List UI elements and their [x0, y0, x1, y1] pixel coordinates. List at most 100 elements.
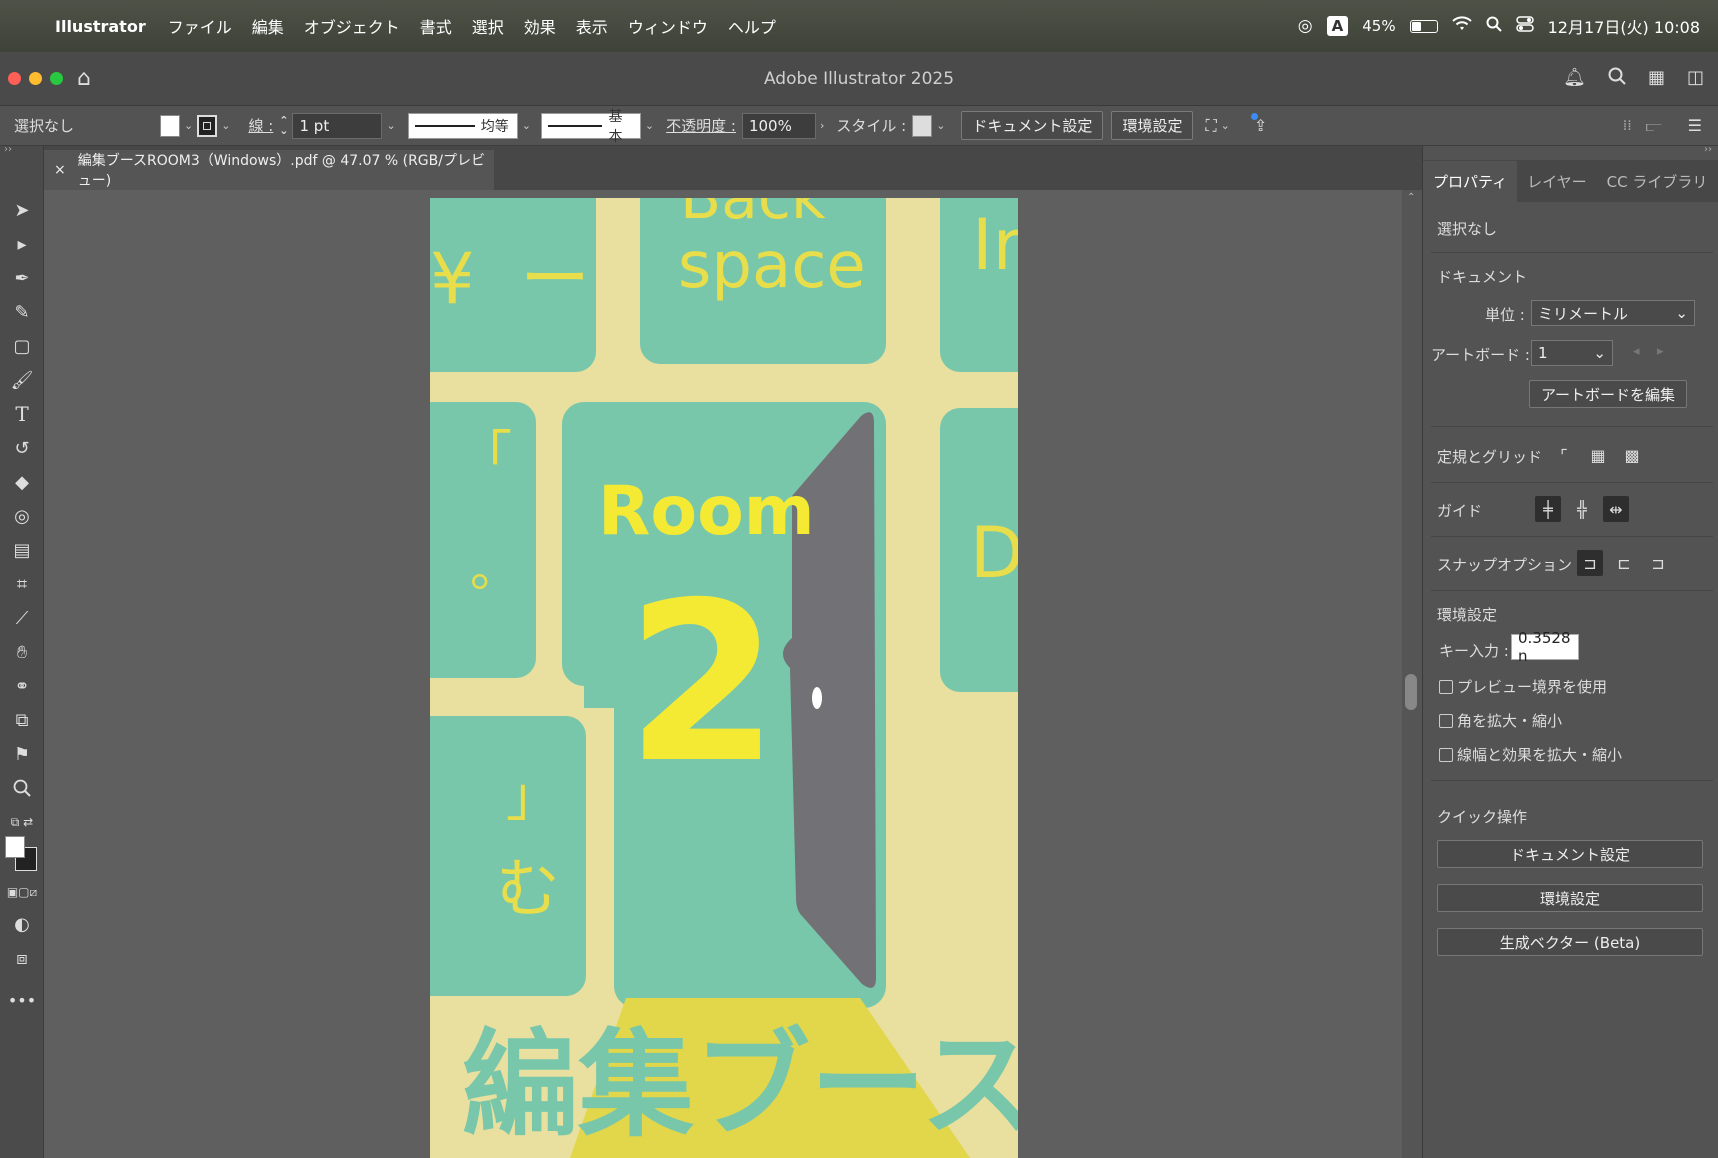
rulers-icon[interactable]: ⌜ [1551, 442, 1577, 468]
quick-action-document-setup-button[interactable]: ドキュメント設定 [1437, 840, 1703, 868]
blend-tool-icon[interactable]: ✋︎ [0, 638, 44, 666]
menu-object[interactable]: オブジェクト [294, 14, 410, 38]
selection-tool-icon[interactable]: ➤ [0, 196, 44, 224]
next-artboard-icon[interactable]: ▸ [1657, 344, 1664, 359]
pen-tool-icon[interactable]: ✒ [0, 264, 44, 292]
spotlight-search-icon[interactable] [1486, 16, 1502, 37]
search-icon[interactable] [1608, 67, 1626, 90]
menu-select[interactable]: 選択 [462, 14, 514, 38]
graphic-style-swatch[interactable] [912, 114, 933, 137]
stroke-weight-input[interactable]: 1 pt [292, 112, 383, 139]
type-tool-icon[interactable]: T [0, 400, 44, 428]
select-similar-icon[interactable]: ⛶ [1205, 116, 1216, 136]
grid-icon[interactable]: ▦ [1585, 442, 1611, 468]
menu-file[interactable]: ファイル [158, 14, 242, 38]
snap-to-glyph-icon[interactable]: ⊐ [1645, 550, 1671, 576]
snap-to-point-icon[interactable]: ⊐ [1577, 550, 1603, 576]
snap-to-pixel-icon[interactable]: ⊏ [1611, 550, 1637, 576]
stroke-weight-stepper-icon[interactable]: ⌃ ⌄ [279, 115, 288, 136]
battery-icon[interactable] [1409, 19, 1438, 33]
opacity-label[interactable]: 不透明度 : [666, 115, 736, 136]
canvas-vertical-scrollbar[interactable]: ⌃ [1402, 190, 1422, 1158]
profile-dropdown-icon[interactable]: ⌄ [522, 119, 531, 132]
opacity-input[interactable]: 100% [741, 112, 816, 139]
shape-builder-tool-icon[interactable]: ◎ [0, 502, 44, 530]
scale-strokes-checkbox[interactable]: 線幅と効果を拡大・縮小 [1439, 744, 1622, 765]
creative-cloud-icon[interactable]: ◎ [1298, 16, 1313, 36]
color-mode-icons[interactable]: ▣▢⧄ [0, 878, 44, 906]
menu-help[interactable]: ヘルプ [718, 14, 786, 38]
collapse-toolbar-icon[interactable]: ›› [4, 144, 12, 155]
control-center-icon[interactable] [1515, 15, 1534, 37]
document-setup-button[interactable]: ドキュメント設定 [961, 111, 1104, 140]
rotate-tool-icon[interactable]: ↺ [0, 434, 44, 462]
smart-guides-icon[interactable]: ⇹ [1603, 496, 1629, 522]
eraser-tool-icon[interactable]: ◆ [0, 468, 44, 496]
fill-dropdown-chevron-icon[interactable]: ⌄ [184, 119, 193, 132]
direct-selection-tool-icon[interactable]: ▸ [0, 230, 44, 258]
paintbrush-tool-icon[interactable]: 🖌︎ [0, 366, 44, 394]
guides-icon[interactable]: ╪ [1535, 496, 1561, 522]
default-fill-stroke-icon[interactable]: ⧉ ⇄ [0, 808, 44, 836]
rectangle-tool-icon[interactable]: ▢ [0, 332, 44, 360]
symbol-sprayer-tool-icon[interactable]: ⚭ [0, 672, 44, 700]
quick-action-generative-vector-button[interactable]: 生成ベクター (Beta) [1437, 928, 1703, 956]
scrollbar-thumb[interactable] [1405, 674, 1417, 710]
workspace-switcher-icon[interactable]: ▦ [1648, 67, 1665, 90]
menu-view[interactable]: 表示 [566, 14, 618, 38]
stroke-weight-dropdown-icon[interactable]: ⌄ [386, 119, 395, 132]
zoom-tool-icon[interactable] [0, 774, 44, 802]
home-icon[interactable]: ⌂ [77, 66, 91, 91]
opacity-arrow-icon[interactable]: › [820, 119, 824, 132]
document-tab-title[interactable]: 編集ブースROOM3（Windows）.pdf @ 47.07 % (RGB/プ… [78, 150, 494, 190]
quick-action-preferences-button[interactable]: 環境設定 [1437, 884, 1703, 912]
preferences-button[interactable]: 環境設定 [1111, 111, 1194, 140]
variable-width-profile[interactable]: 均等 [407, 112, 518, 139]
align-icon[interactable]: ⁞⁞ [1623, 118, 1632, 134]
close-window-button[interactable] [8, 72, 21, 85]
previous-artboard-icon[interactable]: ◂ [1633, 344, 1640, 359]
artboard-select[interactable]: 1 ⌄ [1531, 340, 1613, 366]
gradient-tool-icon[interactable]: ▤ [0, 536, 44, 564]
close-tab-icon[interactable]: × [54, 162, 66, 178]
wifi-icon[interactable] [1451, 15, 1472, 37]
fill-swatch[interactable] [160, 114, 180, 137]
panel-toggle-icon[interactable]: ◫ [1687, 67, 1704, 90]
perspective-grid-tool-icon[interactable]: ⚑ [0, 740, 44, 768]
style-dropdown-icon[interactable]: ⌄ [936, 119, 945, 132]
tab-layers[interactable]: レイヤー [1517, 171, 1597, 202]
stroke-label[interactable]: 線 : [248, 115, 273, 136]
edit-toolbar-more-icon[interactable]: ••• [0, 986, 44, 1014]
minimize-window-button[interactable] [29, 72, 42, 85]
edit-artboards-button[interactable]: アートボードを編集 [1529, 380, 1687, 408]
notifications-bell-icon[interactable]: 🔔︎ [1563, 67, 1586, 90]
distribute-icon[interactable]: ⫍ [1646, 117, 1662, 135]
transparency-grid-icon[interactable]: ▩ [1619, 442, 1645, 468]
input-source-icon[interactable]: A [1326, 16, 1349, 36]
lock-guides-icon[interactable]: ╬ [1569, 496, 1595, 522]
artboard[interactable]: Back space ¥ ー Ir 「 。 」 む D Room 2 編集ブース [430, 198, 1018, 1158]
zoom-window-button[interactable] [50, 72, 63, 85]
collapse-panel-icon[interactable]: ›› [1704, 144, 1712, 155]
unit-select[interactable]: ミリメートル ⌄ [1531, 300, 1695, 326]
eyedropper-tool-icon[interactable]: ⟋ [0, 604, 44, 632]
screen-mode-icon[interactable]: ⧈ [0, 944, 44, 972]
menu-effect[interactable]: 効果 [514, 14, 566, 38]
stroke-swatch[interactable] [197, 114, 218, 137]
scroll-up-arrow-icon[interactable]: ⌃ [1407, 192, 1415, 203]
panel-menu-icon[interactable]: ☰ [1688, 116, 1702, 135]
key-increment-input[interactable]: 0.3528 n [1511, 629, 1579, 665]
brush-dropdown-icon[interactable]: ⌄ [645, 119, 654, 132]
tab-properties[interactable]: プロパティ [1423, 161, 1518, 202]
artboard-tool-icon[interactable]: ⧉ [0, 706, 44, 734]
brush-definition[interactable]: 基本 [540, 109, 641, 145]
document-tab[interactable]: × 編集ブースROOM3（Windows）.pdf @ 47.07 % (RGB… [44, 150, 494, 190]
menu-app-name[interactable]: Illustrator [55, 17, 158, 36]
select-similar-dropdown-icon[interactable]: ⌄ [1221, 119, 1230, 132]
preview-bounds-checkbox[interactable]: プレビュー境界を使用 [1439, 676, 1607, 697]
menu-window[interactable]: ウィンドウ [618, 14, 718, 38]
stroke-dropdown-chevron-icon[interactable]: ⌄ [221, 119, 230, 132]
clock[interactable]: 12月17日(火) 10:08 [1548, 14, 1700, 38]
draw-mode-icon[interactable]: ◐ [0, 910, 44, 938]
menu-type[interactable]: 書式 [410, 14, 462, 38]
